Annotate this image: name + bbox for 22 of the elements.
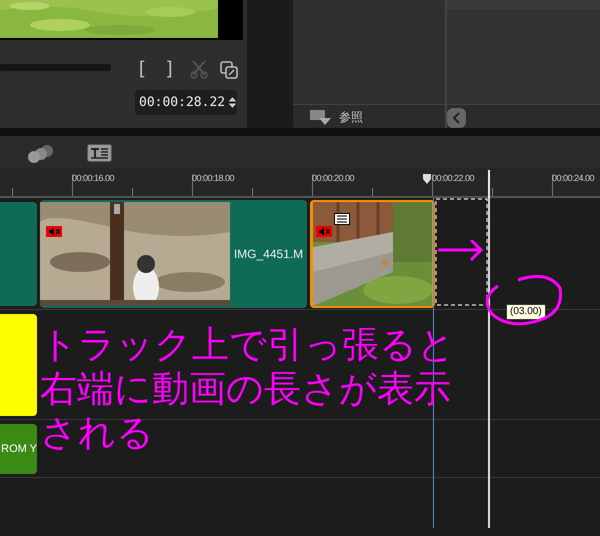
text-clip[interactable]: ROM Y xyxy=(0,424,37,474)
duration-tooltip: (03.00) xyxy=(506,304,546,320)
transition-icon[interactable] xyxy=(26,144,54,164)
playhead-handle[interactable] xyxy=(422,173,432,185)
mark-out-button[interactable]: ] xyxy=(164,58,176,80)
browse-button[interactable]: 参照 xyxy=(339,108,363,126)
browse-icon[interactable] xyxy=(309,108,331,124)
timecode-field[interactable]: 00:00:28.22 xyxy=(135,90,237,115)
time-label: 00:00:20.00 xyxy=(312,172,354,185)
clip-name: IMG_4451.M xyxy=(232,246,304,263)
scroll-left-button[interactable] xyxy=(447,108,467,128)
arrow xyxy=(437,240,485,262)
video-clip[interactable]: IMG_4451.M xyxy=(40,200,307,308)
copy-icon[interactable] xyxy=(220,61,238,79)
color-clip[interactable] xyxy=(0,202,37,306)
time-label: 00:00:16.00 xyxy=(72,172,114,185)
mark-in-button[interactable]: [ xyxy=(136,58,148,80)
time-label: 00:00:22.00 xyxy=(432,172,474,185)
time-label: 00:00:18.00 xyxy=(192,172,234,185)
title-icon[interactable] xyxy=(87,144,112,162)
time-label: 00:00:24.00 xyxy=(552,172,594,185)
color-clip[interactable] xyxy=(0,314,37,416)
